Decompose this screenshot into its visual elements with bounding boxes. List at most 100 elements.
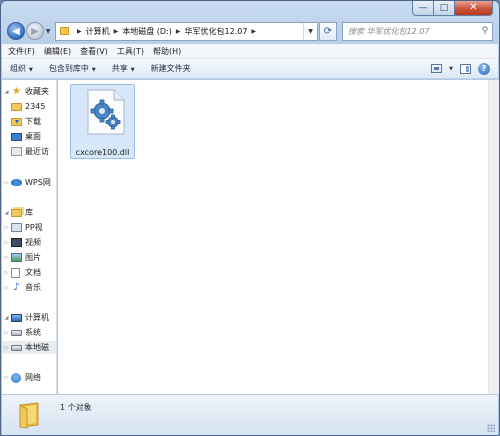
expand-icon[interactable]: ▷	[2, 180, 11, 186]
help-icon[interactable]: ?	[478, 62, 490, 75]
desktop-icon	[11, 132, 22, 141]
chevron-right-icon[interactable]: ▶	[77, 28, 82, 35]
menu-help[interactable]: 帮助(H)	[153, 46, 181, 57]
nav-item-documents[interactable]: ▷ 文档	[2, 266, 56, 279]
new-folder-button[interactable]: 新建文件夹	[151, 63, 191, 74]
nav-item-pp[interactable]: ▷ PP视	[2, 221, 56, 234]
menu-view[interactable]: 查看(V)	[80, 46, 108, 57]
nav-item-wps[interactable]: ▷ WPS网	[2, 176, 56, 189]
command-bar: 组织 ▼ 包含到库中 ▼ 共享 ▼ 新建文件夹 ▼ ?	[2, 59, 498, 79]
expand-icon[interactable]: ▷	[2, 375, 11, 381]
preview-pane-icon[interactable]	[460, 63, 471, 74]
file-list: cxcore100.dll	[58, 80, 488, 394]
nav-label: PP视	[25, 223, 43, 232]
organize-label: 组织	[10, 64, 26, 73]
menu-bar: 文件(F) 编辑(E) 查看(V) 工具(T) 帮助(H)	[2, 44, 498, 59]
chevron-right-icon[interactable]: ▶	[176, 28, 181, 35]
menu-edit[interactable]: 编辑(E)	[44, 46, 71, 57]
nav-item-videos[interactable]: ▷ 视频	[2, 236, 56, 249]
folder-icon	[19, 402, 39, 429]
share-button[interactable]: 共享 ▼	[112, 63, 135, 74]
menu-tools[interactable]: 工具(T)	[117, 46, 144, 57]
details-pane: 1 个对象	[2, 394, 498, 435]
nav-item-2345[interactable]: 2345	[2, 100, 56, 113]
nav-item-desktop[interactable]: 桌面	[2, 130, 56, 143]
media-library-icon	[11, 223, 22, 232]
chevron-right-icon[interactable]: ▶	[114, 28, 119, 35]
nav-label: 计算机	[25, 313, 49, 322]
recent-places-icon	[11, 147, 22, 156]
resize-grip[interactable]	[487, 424, 495, 432]
organize-button[interactable]: 组织 ▼	[10, 63, 33, 74]
address-bar[interactable]: ▶ 计算机 ▶ 本地磁盘 (D:) ▶ 华军优化包12.07 ▶ ▼	[55, 21, 318, 41]
search-icon[interactable]: ⚲	[478, 26, 492, 36]
file-name[interactable]: cxcore100.dll	[71, 148, 134, 157]
file-item[interactable]: cxcore100.dll	[70, 84, 135, 159]
expand-icon[interactable]: ▷	[2, 255, 11, 261]
nav-label: WPS网	[25, 178, 51, 187]
nav-network[interactable]: ▷ 网络	[2, 371, 56, 384]
download-folder-icon	[11, 117, 22, 126]
star-icon: ★	[12, 85, 21, 97]
library-icon	[11, 208, 22, 217]
menu-file[interactable]: 文件(F)	[8, 46, 35, 57]
drive-icon	[11, 344, 22, 351]
maximize-button[interactable]: □	[434, 1, 455, 16]
toolbar-right: ▼ ?	[431, 62, 498, 75]
nav-label: 网络	[25, 373, 41, 382]
search-placeholder[interactable]: 搜索 华军优化包12.07	[343, 26, 478, 37]
expand-icon[interactable]: ▷	[2, 345, 11, 351]
back-button[interactable]: ◀	[7, 22, 25, 40]
minimize-button[interactable]: —	[412, 1, 434, 16]
nav-computer[interactable]: ◢ 计算机	[2, 311, 56, 324]
caption-buttons: — □ ✕	[412, 1, 493, 16]
change-view-icon[interactable]	[431, 64, 443, 73]
vertical-scrollbar[interactable]	[488, 80, 499, 394]
item-count: 1 个对象	[60, 403, 92, 412]
picture-library-icon	[11, 253, 22, 262]
address-row: ◀ ▶ ▼ ▶ 计算机 ▶ 本地磁盘 (D:) ▶ 华军优化包12.07 ▶ ▼…	[7, 20, 493, 42]
chevron-right-icon[interactable]: ▶	[251, 28, 256, 35]
nav-item-system-drive[interactable]: ▷ 系统	[2, 326, 56, 339]
drive-icon	[11, 329, 22, 336]
breadcrumb-local-disk[interactable]: 本地磁盘 (D:)	[122, 26, 172, 37]
nav-label: 文档	[25, 268, 41, 277]
nav-label: 本地磁	[25, 343, 49, 352]
nav-favorites[interactable]: ◢ ★ 收藏夹	[2, 85, 56, 98]
expand-icon[interactable]: ◢	[2, 89, 11, 95]
expand-icon[interactable]: ▷	[2, 225, 11, 231]
refresh-icon: ⟳	[323, 25, 333, 37]
view-options-dropdown[interactable]: ▼	[449, 66, 453, 72]
music-note-icon: ♪	[13, 281, 20, 293]
forward-button[interactable]: ▶	[26, 22, 44, 40]
expand-icon[interactable]: ▷	[2, 240, 11, 246]
include-in-library-button[interactable]: 包含到库中 ▼	[49, 63, 96, 74]
nav-label: 收藏夹	[25, 87, 49, 96]
history-dropdown-button[interactable]: ▼	[44, 28, 52, 35]
address-dropdown-button[interactable]: ▼	[303, 22, 317, 40]
wps-cloud-icon	[11, 179, 22, 186]
breadcrumb-current-folder[interactable]: 华军优化包12.07	[185, 26, 248, 37]
expand-icon[interactable]: ◢	[2, 210, 11, 216]
document-library-icon	[11, 267, 20, 278]
nav-item-pictures[interactable]: ▷ 图片	[2, 251, 56, 264]
nav-label: 视频	[25, 238, 41, 247]
expand-icon[interactable]: ▷	[2, 270, 11, 276]
include-in-library-label: 包含到库中	[48, 64, 89, 73]
breadcrumb-computer[interactable]: 计算机	[86, 26, 110, 37]
nav-label: 最近访	[25, 147, 49, 156]
nav-item-music[interactable]: ▷ ♪ 音乐	[2, 281, 56, 294]
expand-icon[interactable]: ▷	[2, 330, 11, 336]
network-icon	[11, 372, 21, 383]
close-button[interactable]: ✕	[455, 1, 493, 16]
refresh-button[interactable]: ⟳	[319, 21, 337, 41]
expand-icon[interactable]: ▷	[2, 285, 11, 291]
nav-item-recent[interactable]: 最近访	[2, 145, 56, 158]
nav-item-downloads[interactable]: 下载	[2, 115, 56, 128]
search-box[interactable]: 搜索 华军优化包12.07 ⚲	[342, 21, 493, 41]
nav-item-local-disk[interactable]: ▷ 本地磁	[2, 341, 56, 354]
expand-icon[interactable]: ◢	[2, 315, 11, 321]
chevron-down-icon: ▼	[130, 67, 135, 73]
folder-icon	[60, 27, 69, 35]
nav-libraries[interactable]: ◢ 库	[2, 206, 56, 219]
